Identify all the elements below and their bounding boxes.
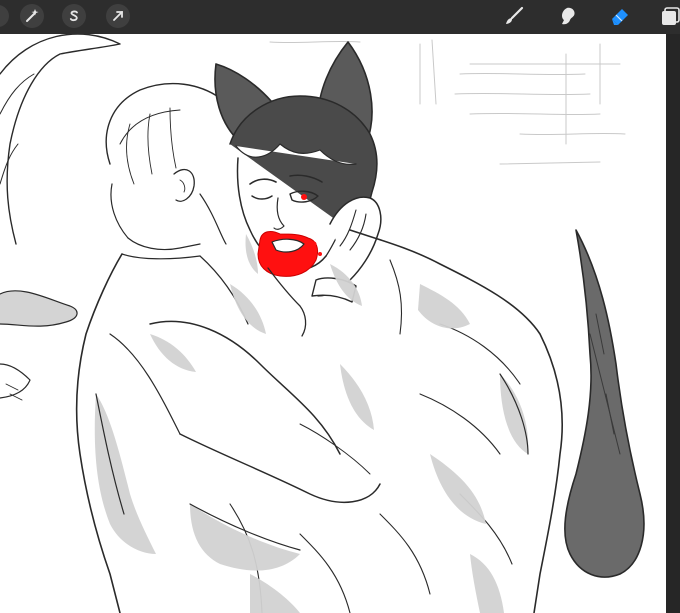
partial-tool-icon[interactable] xyxy=(0,4,10,28)
drawing-canvas[interactable] xyxy=(0,34,666,613)
app-window xyxy=(0,0,680,613)
side-panel-rail xyxy=(666,34,680,613)
adjustments-wand-icon[interactable] xyxy=(20,4,44,28)
brush-icon[interactable] xyxy=(502,4,526,28)
top-toolbar xyxy=(0,0,680,35)
transform-arrow-icon[interactable] xyxy=(106,4,130,28)
layers-icon[interactable] xyxy=(658,4,680,28)
selection-s-icon[interactable] xyxy=(62,4,86,28)
sketch-artwork xyxy=(0,34,645,613)
smudge-icon[interactable] xyxy=(556,4,580,28)
eraser-icon[interactable] xyxy=(608,4,632,28)
